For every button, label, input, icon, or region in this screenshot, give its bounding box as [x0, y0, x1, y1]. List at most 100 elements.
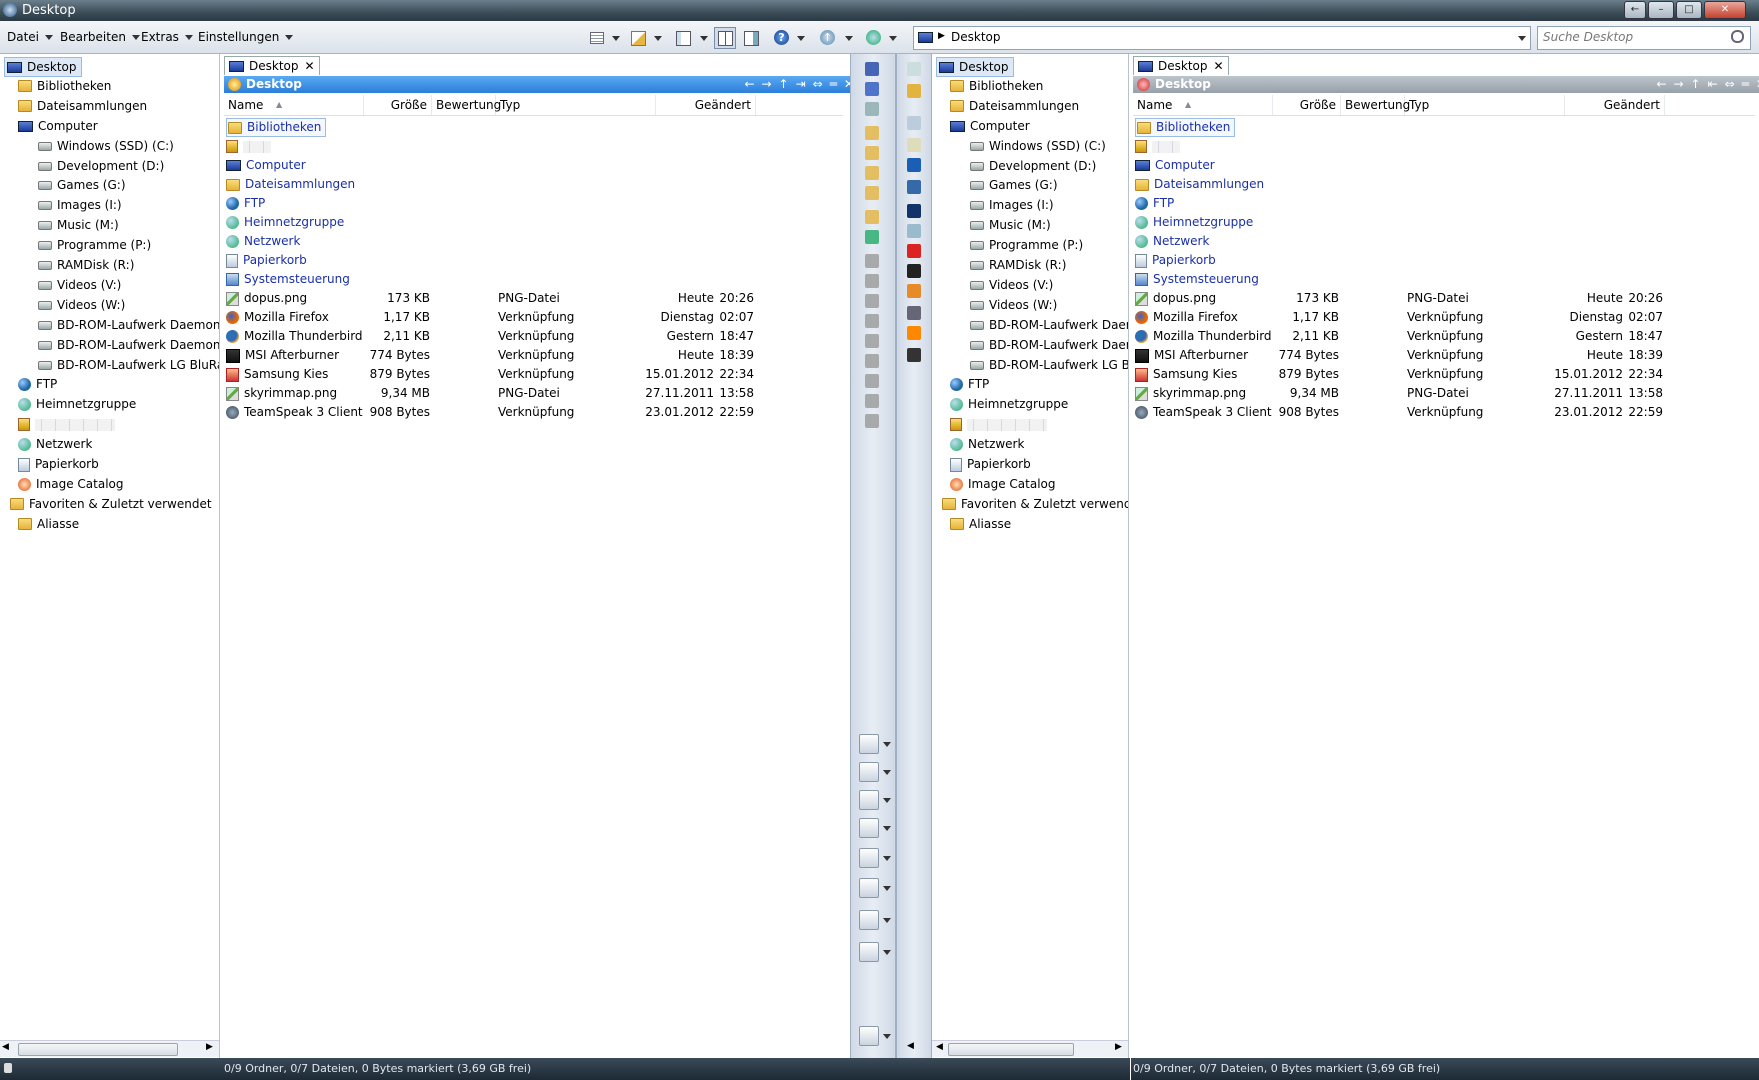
lister-nav-icons[interactable]: ←→↑⇤⇔═✕ — [1656, 76, 1759, 93]
drive-icon[interactable] — [865, 394, 879, 408]
drive-icon[interactable] — [865, 334, 879, 348]
folder-name[interactable]: FTP — [244, 196, 265, 210]
help-button[interactable]: ? — [771, 27, 793, 49]
tree-item[interactable]: Images (I:) — [970, 196, 1054, 214]
scroll-right-icon[interactable]: ▶ — [206, 1042, 213, 1052]
table-row[interactable]: Mozilla Firefox 1,17 KB Verknüpfung Diensta… — [226, 308, 826, 327]
horizontal-scrollbar[interactable]: ◀ ▶ — [0, 1040, 219, 1057]
scroll-left-icon[interactable]: ◀ — [907, 1041, 914, 1051]
scroll-left-icon[interactable]: ◀ — [2, 1042, 9, 1052]
chevron-down-icon[interactable] — [883, 886, 891, 891]
drive-icon[interactable] — [865, 274, 879, 288]
file-name[interactable]: Mozilla Thunderbird — [226, 327, 363, 346]
tree-item[interactable] — [18, 415, 115, 433]
list-item[interactable]: Netzwerk — [226, 232, 826, 251]
tree-item[interactable]: BD-ROM-Laufwerk LG BluRay (Z:) — [970, 356, 1128, 374]
maximize-button[interactable]: □ — [1676, 1, 1702, 19]
tree-item[interactable]: Desktop — [936, 57, 1014, 77]
list-item[interactable]: Computer — [1135, 156, 1735, 175]
tree-item[interactable]: Papierkorb — [18, 455, 99, 473]
chevron-down-icon[interactable] — [845, 36, 853, 41]
tree-item[interactable]: Windows (SSD) (C:) — [970, 137, 1106, 155]
dual-pane-button[interactable] — [714, 27, 736, 49]
vlc-icon[interactable] — [907, 326, 921, 340]
tree-item[interactable]: Favoriten & Zuletzt verwendet — [10, 495, 212, 513]
column-type[interactable]: Typ — [1405, 95, 1565, 115]
search-icon[interactable] — [1731, 30, 1744, 43]
folder-name[interactable]: Netzwerk — [1153, 234, 1209, 248]
column-type[interactable]: Typ — [496, 95, 656, 115]
folder-icon[interactable] — [865, 166, 879, 180]
scroll-right-icon[interactable]: ▶ — [1115, 1042, 1122, 1052]
tree-item[interactable] — [950, 415, 1047, 433]
tree-item[interactable]: Videos (W:) — [970, 296, 1057, 314]
chevron-down-icon[interactable] — [883, 918, 891, 923]
tree-item[interactable]: Videos (V:) — [970, 276, 1053, 294]
list-item[interactable]: Heimnetzgruppe — [1135, 213, 1735, 232]
chevron-down-icon[interactable] — [883, 856, 891, 861]
tree-item[interactable]: Videos (V:) — [38, 276, 121, 294]
table-row[interactable]: Mozilla Firefox 1,17 KB Verknüpfung Diensta… — [1135, 308, 1735, 327]
monitor-icon[interactable] — [865, 82, 879, 96]
folder-icon[interactable] — [907, 84, 921, 98]
tree-item[interactable]: Images (I:) — [38, 196, 122, 214]
clipboard-icon[interactable] — [907, 62, 921, 76]
table-row[interactable]: MSI Afterburner 774 Bytes Verknüpfung Heute… — [226, 346, 826, 365]
tree-item[interactable]: Music (M:) — [970, 216, 1051, 234]
file-name[interactable]: TeamSpeak 3 Client — [226, 403, 363, 422]
tree-item[interactable]: FTP — [18, 375, 57, 393]
folder-icon[interactable] — [865, 146, 879, 160]
list-item[interactable]: Dateisammlungen — [1135, 175, 1735, 194]
folder-name[interactable]: Papierkorb — [1152, 253, 1216, 267]
close-tab-icon[interactable]: ✕ — [1214, 59, 1224, 73]
tree-item[interactable]: BD-ROM-Laufwerk LG BluRay (Z:) — [38, 356, 219, 374]
folder-name[interactable]: Systemsteuerung — [244, 272, 350, 286]
file-name[interactable]: MSI Afterburner — [226, 346, 339, 365]
tree-item[interactable]: Heimnetzgruppe — [18, 395, 136, 413]
photoshop-icon[interactable] — [907, 204, 921, 218]
folder-name[interactable]: Systemsteuerung — [1153, 272, 1259, 286]
folder-name[interactable]: Dateisammlungen — [245, 177, 355, 191]
desktop-icon[interactable] — [865, 62, 879, 76]
list-item[interactable]: Systemsteuerung — [1135, 270, 1735, 289]
folder-icon[interactable] — [865, 186, 879, 200]
document-icon[interactable] — [865, 102, 879, 116]
tree-item[interactable]: FTP — [950, 375, 989, 393]
tree-item[interactable]: Games (G:) — [38, 176, 126, 194]
tree-item[interactable]: Bibliotheken — [18, 77, 111, 95]
list-item[interactable]: Computer — [226, 156, 826, 175]
file-name[interactable]: Samsung Kies — [1135, 365, 1237, 384]
menu-extras[interactable]: Extras — [141, 30, 193, 44]
list-item[interactable]: Netzwerk — [1135, 232, 1735, 251]
tree-item[interactable]: Netzwerk — [950, 435, 1024, 453]
chevron-down-icon[interactable] — [654, 36, 662, 41]
media-icon[interactable] — [907, 264, 921, 278]
folder-name[interactable]: Dateisammlungen — [1154, 177, 1264, 191]
gear-icon[interactable] — [907, 284, 921, 298]
viewer-pane-button[interactable] — [740, 27, 762, 49]
table-row[interactable]: skyrimmap.png 9,34 MB PNG-Datei 27.11.2011 1… — [1135, 384, 1735, 403]
table-row[interactable]: TeamSpeak 3 Client 908 Bytes Verknüpfung 23… — [226, 403, 826, 422]
tree-item[interactable]: RAMDisk (R:) — [970, 256, 1066, 274]
tree-item[interactable]: BD-ROM-Laufwerk Daemon Tools — [38, 336, 219, 354]
folder-name[interactable]: Computer — [246, 158, 306, 172]
view-mode-button[interactable] — [585, 27, 607, 49]
folder-name[interactable]: Computer — [1155, 158, 1215, 172]
chevron-down-icon[interactable] — [889, 36, 897, 41]
drive-icon[interactable] — [865, 314, 879, 328]
column-size[interactable]: Größe — [1273, 95, 1341, 115]
menu-datei[interactable]: Datei — [7, 30, 53, 44]
tree-item[interactable]: Videos (W:) — [38, 296, 125, 314]
horizontal-scrollbar[interactable]: ◀ ▶ — [932, 1040, 1128, 1057]
tree-item[interactable]: Music (M:) — [38, 216, 119, 234]
minimize-button[interactable]: – — [1648, 1, 1674, 19]
tree-item[interactable]: Dateisammlungen — [18, 97, 147, 115]
column-size[interactable]: Größe — [364, 95, 432, 115]
column-changed[interactable]: Geändert — [1565, 95, 1665, 115]
chevron-down-icon[interactable] — [883, 950, 891, 955]
layout-button[interactable] — [672, 27, 694, 49]
list-item[interactable] — [226, 137, 826, 156]
folder-name[interactable]: Heimnetzgruppe — [1153, 215, 1253, 229]
address-path[interactable]: Desktop — [951, 30, 1001, 44]
calendar-icon[interactable] — [907, 306, 921, 320]
